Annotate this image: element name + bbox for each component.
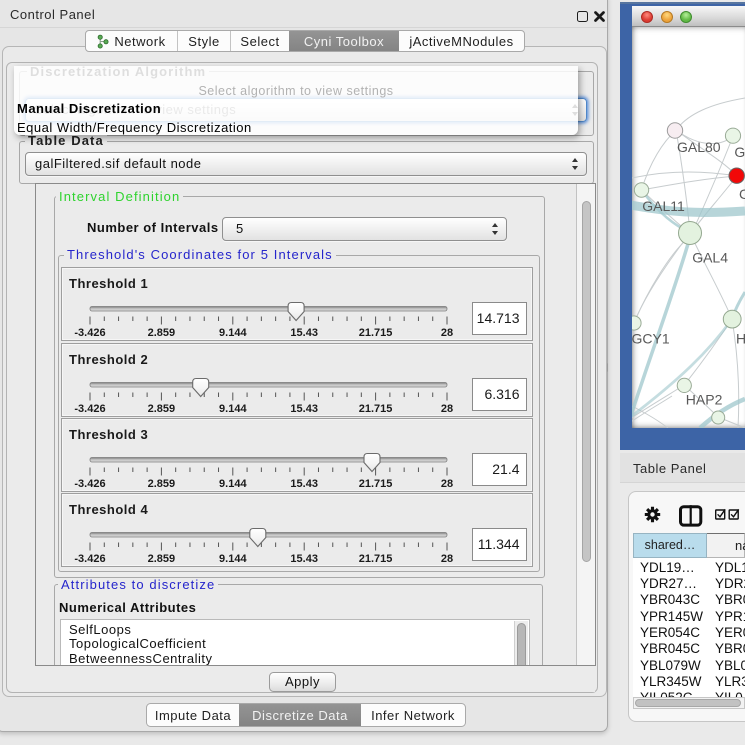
svg-text:9.144: 9.144 [219,553,247,565]
svg-text:HAP2: HAP2 [686,392,723,408]
svg-text:-3.426: -3.426 [74,478,105,490]
svg-text:-3.426: -3.426 [74,327,105,339]
svg-text:H: H [736,331,745,347]
svg-text:GCY1: GCY1 [632,331,670,347]
svg-text:2.859: 2.859 [148,403,176,415]
svg-text:21.715: 21.715 [359,553,393,565]
svg-text:15.43: 15.43 [290,553,318,565]
svg-text:28: 28 [441,403,453,415]
svg-text:GA: GA [734,144,745,160]
svg-text:9.144: 9.144 [219,327,247,339]
svg-text:9.144: 9.144 [219,403,247,415]
svg-text:GAL11: GAL11 [642,198,685,214]
svg-text:28: 28 [441,327,453,339]
svg-text:GAL80: GAL80 [677,139,721,155]
svg-text:9.144: 9.144 [219,478,247,490]
svg-text:GAL4: GAL4 [692,250,728,266]
svg-text:-3.426: -3.426 [74,403,105,415]
svg-text:15.43: 15.43 [290,327,318,339]
svg-text:28: 28 [441,478,453,490]
svg-text:28: 28 [441,553,453,565]
svg-text:-3.426: -3.426 [74,553,105,565]
svg-text:21.715: 21.715 [359,478,393,490]
svg-text:21.715: 21.715 [359,403,393,415]
svg-text:2.859: 2.859 [148,327,176,339]
svg-text:15.43: 15.43 [290,403,318,415]
svg-text:21.715: 21.715 [359,327,393,339]
svg-text:C: C [739,186,745,202]
svg-text:15.43: 15.43 [290,478,318,490]
svg-text:2.859: 2.859 [148,553,176,565]
svg-text:2.859: 2.859 [148,478,176,490]
